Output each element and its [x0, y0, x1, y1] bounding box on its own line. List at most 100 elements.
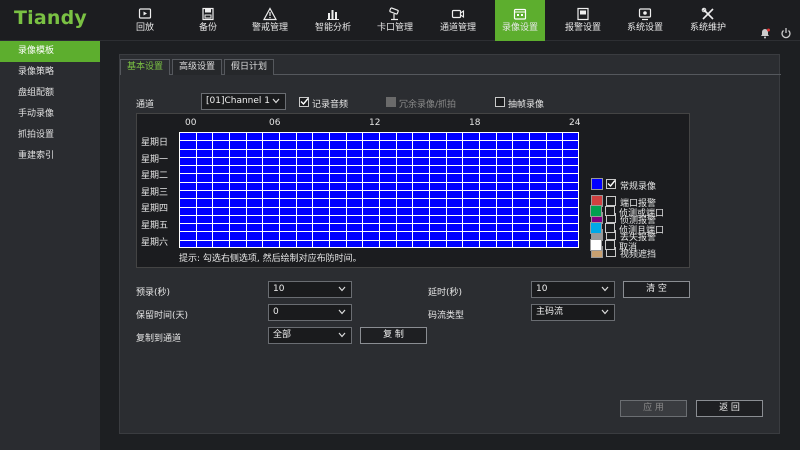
sidebar: 录像模板 录像策略 盘组配额 手动录像 抓拍设置 重建索引 [0, 41, 100, 450]
record-audio-checkbox[interactable] [299, 97, 309, 107]
day-label: 星期五 [141, 221, 169, 231]
sidebar-item-snapshot-settings[interactable]: 抓拍设置 [0, 125, 100, 146]
sidebar-item-manual-record[interactable]: 手动录像 [0, 104, 100, 125]
frame-extract-checkbox[interactable] [495, 97, 505, 107]
day-label: 星期一 [141, 155, 169, 165]
day-label: 星期六 [141, 238, 169, 248]
nav-label: 警戒管理 [251, 23, 288, 33]
channel-label: 通道 [136, 100, 155, 110]
nav-maintenance[interactable]: 系统维护 [683, 0, 733, 41]
day-label: 星期日 [141, 138, 169, 148]
day-label: 星期四 [141, 204, 169, 214]
nav-analysis[interactable]: 智能分析 [308, 0, 358, 41]
channel-select[interactable]: [01]Channel 1 [201, 93, 286, 110]
legend-label: 取消 [619, 243, 638, 253]
checkmark-icon [607, 180, 616, 188]
nav-alarm-settings[interactable]: 报警设置 [558, 0, 608, 41]
hour-label: 00 [185, 118, 197, 128]
system-settings-icon [620, 0, 670, 22]
retention-select[interactable]: 0 [268, 304, 352, 321]
nav-label: 智能分析 [314, 23, 351, 33]
schedule-hint: 提示: 勾选右侧选项, 然后绘制对应布防时间。 [179, 254, 362, 264]
tab-basic-settings[interactable]: 基本设置 [120, 59, 171, 75]
nav-record-settings[interactable]: 录像设置 [495, 0, 545, 41]
chevron-down-icon [601, 286, 609, 292]
schedule-grid-lines [179, 132, 579, 248]
nav-label: 卡口管理 [376, 23, 413, 33]
sidebar-item-rebuild-index[interactable]: 重建索引 [0, 146, 100, 167]
chevron-down-icon [272, 98, 280, 104]
retention-label: 保留时间(天) [136, 311, 189, 321]
chevron-down-icon [338, 332, 346, 338]
legend-checkbox[interactable] [605, 223, 615, 233]
prerecord-value: 10 [273, 284, 285, 294]
copy-to-value: 全部 [273, 330, 292, 340]
nav-label: 备份 [198, 23, 217, 33]
delay-select[interactable]: 10 [531, 281, 615, 298]
clear-button[interactable]: 清 空 [623, 281, 690, 298]
redundant-record-checkbox [386, 97, 396, 107]
hour-label: 06 [269, 118, 281, 128]
nav-backup[interactable]: 备份 [183, 0, 233, 41]
color-swatch [591, 178, 603, 190]
retention-value: 0 [273, 307, 279, 317]
sidebar-item-record-template[interactable]: 录像模板 [0, 41, 100, 62]
record-settings-icon [495, 0, 545, 22]
nav-label: 系统设置 [626, 23, 663, 33]
day-label: 星期二 [141, 171, 169, 181]
checkmark-icon [300, 98, 309, 106]
legend-checkbox[interactable] [606, 179, 616, 189]
sidebar-item-disk-quota[interactable]: 盘组配额 [0, 83, 100, 104]
legend-label: 侦测或端口 [619, 209, 665, 219]
nav-checkpoint[interactable]: 卡口管理 [370, 0, 420, 41]
warning-icon [245, 0, 295, 22]
schedule-grid[interactable] [179, 132, 579, 248]
notification-bell-icon[interactable] [759, 27, 771, 42]
delay-label: 延时(秒) [428, 288, 463, 298]
color-swatch [590, 239, 602, 251]
hour-label: 18 [469, 118, 481, 128]
legend-checkbox[interactable] [605, 240, 615, 250]
nav-label: 回放 [135, 23, 154, 33]
power-icon[interactable] [780, 27, 792, 42]
color-swatch [590, 222, 602, 234]
copy-to-select[interactable]: 全部 [268, 327, 352, 344]
tab-advanced-settings[interactable]: 高级设置 [172, 59, 223, 75]
color-swatch [590, 205, 602, 217]
nav-warning[interactable]: 警戒管理 [245, 0, 295, 41]
chevron-down-icon [338, 309, 346, 315]
alarm-settings-icon [558, 0, 608, 22]
chevron-down-icon [338, 286, 346, 292]
nav-label: 通道管理 [439, 23, 476, 33]
camera-icon [370, 0, 420, 22]
playback-icon [120, 0, 170, 22]
legend-label: 常规录像 [620, 182, 657, 192]
tab-holiday-plan[interactable]: 假日计划 [224, 59, 275, 75]
sidebar-item-record-policy[interactable]: 录像策略 [0, 62, 100, 83]
prerecord-label: 预录(秒) [136, 288, 171, 298]
frame-extract-label: 抽帧录像 [508, 100, 545, 110]
prerecord-select[interactable]: 10 [268, 281, 352, 298]
nav-label: 系统维护 [689, 23, 726, 33]
chevron-down-icon [601, 309, 609, 315]
top-nav-bar: Tiandy 回放 备份 警戒管理 智能分析 卡口管理 通道管理 录像设置 报警… [0, 0, 800, 41]
nav-label: 报警设置 [564, 23, 601, 33]
hour-label: 24 [569, 118, 581, 128]
stream-type-select[interactable]: 主码流 [531, 304, 615, 321]
hour-label: 12 [369, 118, 381, 128]
back-button[interactable]: 返 回 [696, 400, 763, 417]
legend-checkbox[interactable] [606, 196, 616, 206]
nav-system-settings[interactable]: 系统设置 [620, 0, 670, 41]
nav-channel[interactable]: 通道管理 [433, 0, 483, 41]
stream-type-value: 主码流 [536, 307, 564, 317]
legend-label: 侦测且端口 [619, 226, 665, 236]
channel-value: [01]Channel 1 [206, 96, 271, 106]
copy-button[interactable]: 复 制 [360, 327, 427, 344]
record-audio-label: 记录音频 [312, 100, 349, 110]
maintenance-icon [683, 0, 733, 22]
legend-checkbox[interactable] [605, 206, 615, 216]
day-label: 星期三 [141, 188, 169, 198]
channel-icon [433, 0, 483, 22]
apply-button[interactable]: 应 用 [620, 400, 687, 417]
nav-playback[interactable]: 回放 [120, 0, 170, 41]
